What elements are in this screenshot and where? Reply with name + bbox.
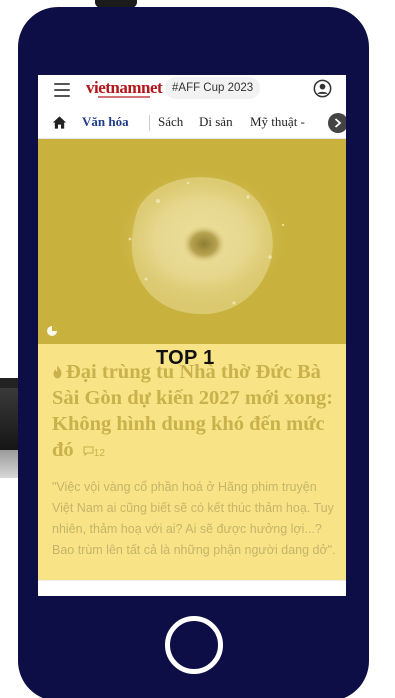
category-item[interactable]: Di sản (199, 114, 233, 130)
chevron-right-icon (334, 118, 342, 128)
article-summary: "Việc vội vàng cổ phần hoá ở Hãng phim t… (52, 480, 336, 557)
comment-count: 12 (93, 448, 105, 459)
category-bar: Văn hóa Sách Di sản Mỹ thuật - (38, 107, 346, 139)
site-logo[interactable]: vietnamnet (86, 79, 163, 101)
home-button[interactable] (165, 616, 223, 674)
menu-icon[interactable] (54, 83, 70, 97)
headline-text: Đại trùng tu Nhà thờ Đức Bà Sài Gòn dự k… (52, 361, 334, 461)
hashtag-chip[interactable]: #AFF Cup 2023 (165, 77, 261, 99)
article-image (38, 139, 346, 344)
divider (149, 115, 150, 131)
stage: vietnamnet #AFF Cup 2023 Văn hóa Sách Di… (0, 0, 395, 698)
next-category-button[interactable] (328, 113, 346, 133)
category-item[interactable]: Mỹ thuật - (250, 114, 305, 130)
logo-underline (98, 96, 150, 98)
home-icon[interactable] (52, 115, 67, 130)
rank-label: TOP 1 (156, 347, 215, 369)
category-item[interactable]: Sách (158, 114, 183, 130)
article-headline[interactable]: Đại trùng tu Nhà thờ Đức Bà Sài Gòn dự k… (52, 359, 337, 467)
fire-icon (53, 365, 62, 379)
phone-screen: vietnamnet #AFF Cup 2023 Văn hóa Sách Di… (38, 75, 346, 596)
content-separator (38, 580, 346, 596)
logo-text: vietnamnet (86, 78, 163, 97)
hero-image[interactable] (38, 139, 346, 344)
comment-icon (83, 446, 94, 456)
user-icon[interactable] (313, 79, 332, 98)
badge-icon (47, 326, 57, 336)
category-active[interactable]: Văn hóa (82, 114, 129, 130)
top-bar: vietnamnet #AFF Cup 2023 (38, 75, 346, 107)
